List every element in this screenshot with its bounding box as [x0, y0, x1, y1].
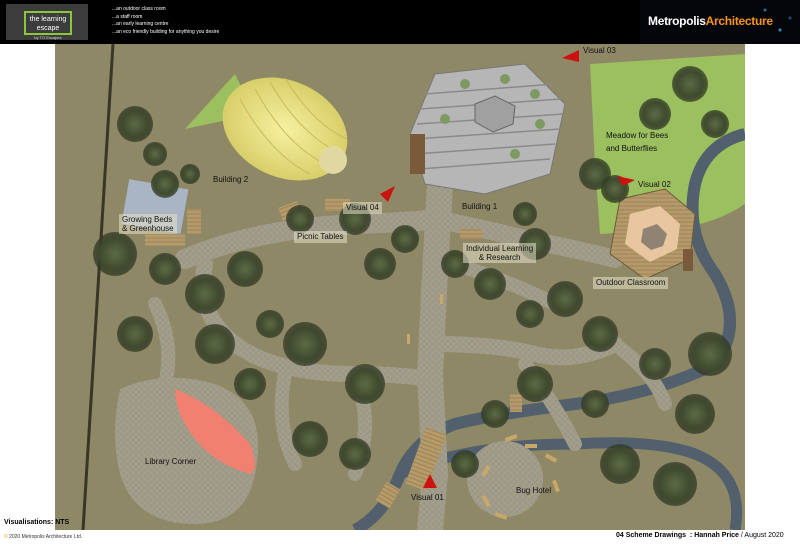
drawing-author: : Hannah Price [689, 532, 739, 539]
label-visual-04: Visual 04 [343, 202, 382, 214]
scale-note: Visualisations: NTS [4, 519, 70, 526]
label-visual-02: Visual 02 [638, 180, 671, 189]
tagline-1: ...an outdoor class room [112, 6, 166, 12]
tagline-2: ...a staff room [112, 13, 143, 20]
drawing-date: / August 2020 [740, 532, 784, 539]
logo-main: Metropolis [648, 14, 706, 28]
label-building-2: Building 2 [213, 175, 249, 184]
tagline-4: ...an eco friendly building for anything… [112, 28, 220, 35]
header-bar: the learning escape by TG Escapes ...an … [0, 0, 800, 44]
site-plan: Building 2 Building 1 Growing Beds & Gre… [55, 44, 745, 530]
header-taglines: ...an outdoor class room ...a staff room… [112, 6, 219, 36]
label-growing-beds: Growing Beds & Greenhouse [119, 214, 177, 234]
copyright: © 2020 Metropolis Architecture Ltd. [4, 534, 83, 540]
label-building-1: Building 1 [462, 202, 498, 211]
metropolis-logo: MetropolisArchitecture [640, 0, 800, 44]
logo-tagline: by TG Escapes [34, 35, 62, 40]
label-visual-01: Visual 01 [411, 493, 444, 502]
label-bug-hotel: Bug Hotel [516, 486, 552, 495]
label-meadow: Meadow for Bees and Butterflies [606, 131, 669, 153]
drawing-title-block: 04 Scheme Drawings : Hannah Price / Augu… [616, 532, 784, 539]
label-outdoor-classroom: Outdoor Classroom [593, 277, 669, 289]
bug-hotel-area [467, 441, 543, 517]
logo-title: the learning escape [29, 16, 67, 32]
tagline-3: ...an early learning centre [112, 21, 169, 27]
logo-accent: Architecture [705, 14, 773, 28]
label-visual-03: Visual 03 [583, 46, 616, 55]
learning-escape-logo: the learning escape by TG Escapes [6, 4, 88, 40]
label-individual-learning: Individual Learning & Research [463, 243, 537, 263]
label-picnic-tables: Picnic Tables [294, 231, 347, 243]
copyright-text: 2020 Metropolis Architecture Ltd. [9, 534, 83, 540]
label-library-corner: Library Corner [145, 457, 197, 466]
drawing-title: 04 Scheme Drawings [616, 532, 687, 539]
